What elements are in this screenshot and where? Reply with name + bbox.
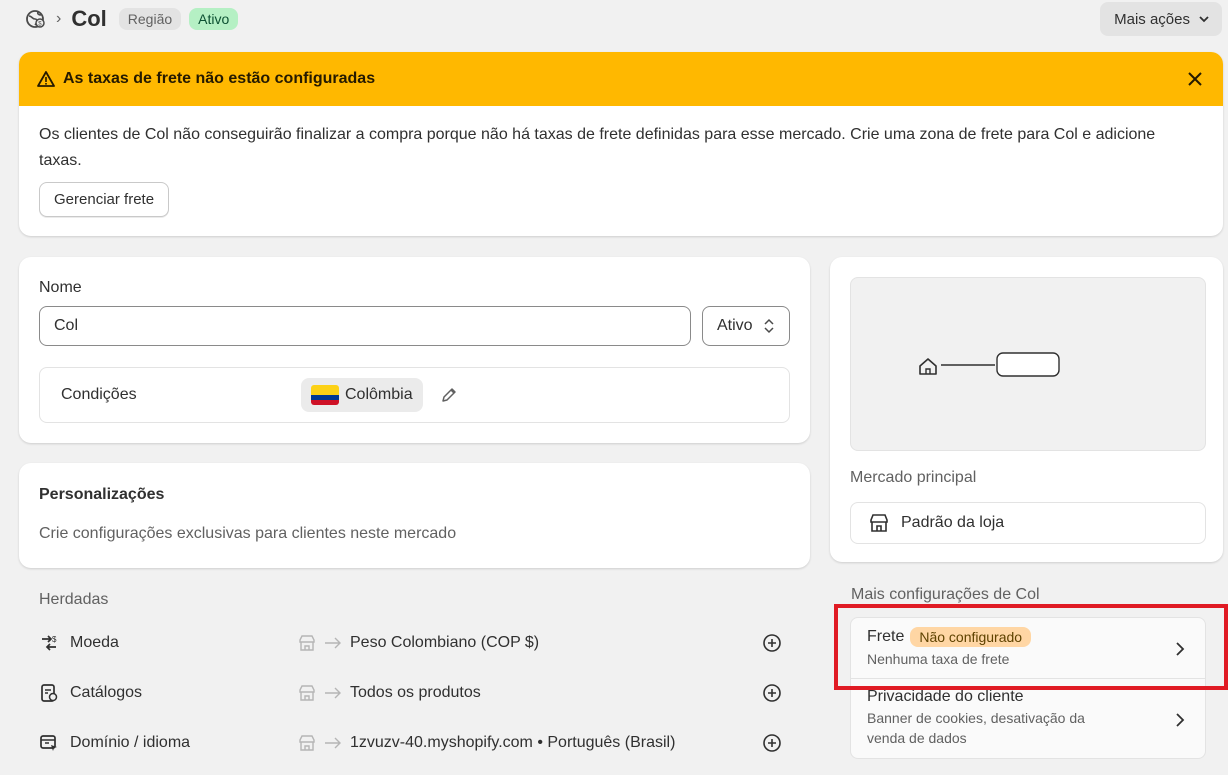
name-input[interactable]: Col xyxy=(39,306,691,346)
chevron-right-icon xyxy=(1176,713,1185,727)
conditions-box: Condições Colômbia xyxy=(39,367,790,423)
setting-privacy-title: Privacidade do cliente xyxy=(867,688,1024,705)
close-icon[interactable] xyxy=(1183,67,1207,91)
name-input-value: Col xyxy=(54,317,79,334)
chevron-right-icon: › xyxy=(56,10,62,27)
inherited-row-value: Peso Colombiano (COP $) xyxy=(298,634,539,652)
personalizations-title: Personalizações xyxy=(39,486,165,503)
warning-icon xyxy=(37,71,55,87)
name-label: Nome xyxy=(39,279,82,296)
select-arrows-icon xyxy=(764,318,774,334)
inherited-row-value-text: Peso Colombiano (COP $) xyxy=(350,634,540,651)
inherited-row-value: 1zvuzv-40.myshopify.com • Português (Bra… xyxy=(298,734,675,752)
add-circle-icon[interactable] xyxy=(762,683,782,703)
setting-customer-privacy[interactable]: Privacidade do cliente Banner de cookies… xyxy=(851,688,1205,752)
arrow-right-icon xyxy=(325,637,341,649)
more-actions-button[interactable]: Mais ações xyxy=(1100,2,1222,36)
store-default-box[interactable]: Padrão da loja xyxy=(850,502,1206,544)
inherited-row-value-text: Todos os produtos xyxy=(350,684,481,701)
setting-privacy-subtitle-line1: Banner de cookies, desativação da xyxy=(867,710,1085,726)
market-card: Mercado principal Padrão da loja xyxy=(830,257,1223,562)
more-settings-heading: Mais configurações de Col xyxy=(851,586,1040,603)
inherited-heading: Herdadas xyxy=(39,591,109,608)
status-badge: Ativo xyxy=(189,8,239,30)
add-circle-icon[interactable] xyxy=(762,733,782,753)
colombia-flag-icon xyxy=(311,385,339,405)
arrow-right-icon xyxy=(325,737,341,749)
add-circle-icon[interactable] xyxy=(762,633,782,653)
primary-market-label: Mercado principal xyxy=(850,469,977,486)
manage-shipping-button[interactable]: Gerenciar frete xyxy=(39,182,170,217)
chevron-down-icon xyxy=(1199,16,1209,23)
domain-language-icon xyxy=(38,732,60,754)
personalizations-card: Personalizações Crie configurações exclu… xyxy=(19,463,810,568)
store-icon xyxy=(870,514,888,532)
banner-header: As taxas de frete não estão configuradas xyxy=(19,52,1223,106)
inherited-row-domain: Domínio / idioma 1zvuzv-40.myshopify.com… xyxy=(38,728,788,758)
setting-privacy-subtitle-line2: venda de dados xyxy=(867,730,967,746)
banner-title: As taxas de frete não estão configuradas xyxy=(63,70,376,87)
catalog-icon xyxy=(38,682,60,704)
currency-exchange-icon: $ xyxy=(38,632,60,654)
inherited-row-value: Todos os produtos xyxy=(298,684,481,702)
name-card: Nome Col Ativo Condições Colômbia xyxy=(19,257,810,443)
market-diagram xyxy=(850,277,1206,451)
store-icon xyxy=(299,685,315,701)
shipping-warning-banner: As taxas de frete não estão configuradas… xyxy=(19,52,1223,236)
inherited-row-name: Domínio / idioma xyxy=(70,734,191,751)
store-icon xyxy=(299,735,315,751)
store-icon xyxy=(299,635,315,651)
banner-text: Os clientes de Col não conseguirão final… xyxy=(39,126,1156,169)
store-default-label: Padrão da loja xyxy=(901,514,1005,531)
edit-pencil-icon[interactable] xyxy=(440,386,458,404)
markets-globe-icon[interactable]: $ xyxy=(24,8,46,30)
conditions-label: Condições xyxy=(61,386,137,403)
country-name: Colômbia xyxy=(345,386,413,403)
store-to-market-illustration xyxy=(919,352,1060,377)
personalizations-description: Crie configurações exclusivas para clien… xyxy=(39,525,457,542)
status-select-value: Ativo xyxy=(717,317,753,334)
svg-text:$: $ xyxy=(52,635,57,644)
inherited-row-name: Catálogos xyxy=(70,684,143,701)
breadcrumb: $ › Col Região Ativo xyxy=(24,4,239,34)
inherited-row-currency: $ Moeda Peso Colombiano (COP $) xyxy=(38,628,788,658)
more-actions-label: Mais ações xyxy=(1114,10,1190,28)
inherited-row-value-text: 1zvuzv-40.myshopify.com • Português (Bra… xyxy=(350,734,676,751)
inherited-row-name: Moeda xyxy=(70,634,119,651)
page-title: Col xyxy=(71,6,107,31)
inherited-row-catalogs: Catálogos Todos os produtos xyxy=(38,678,788,708)
highlight-box xyxy=(834,604,1228,690)
type-badge: Região xyxy=(118,8,182,30)
status-select[interactable]: Ativo xyxy=(702,306,790,346)
country-chip: Colômbia xyxy=(301,378,423,412)
arrow-right-icon xyxy=(325,687,341,699)
